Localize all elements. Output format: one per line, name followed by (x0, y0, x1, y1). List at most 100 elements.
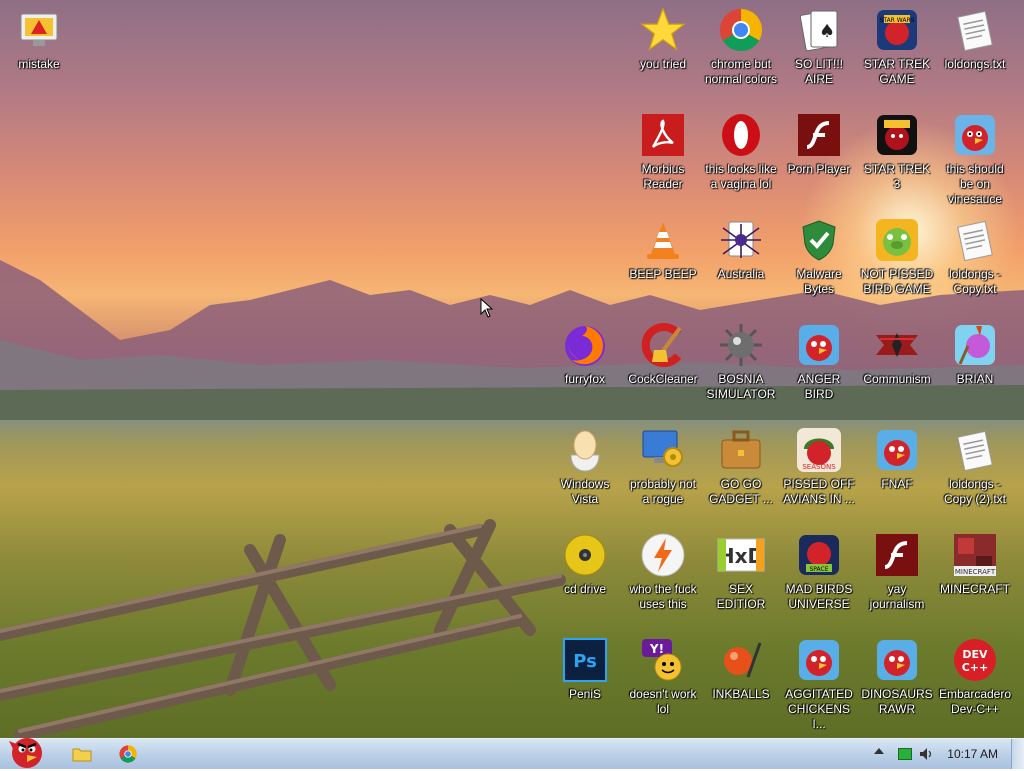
desktop-icon-loldongs[interactable]: loldongs.txt (936, 0, 1014, 72)
desktop-icon-aggitated-chickens[interactable]: AGGITATED CHICKENS I... (780, 630, 858, 732)
icon-label: probably not a rogue (629, 477, 697, 506)
desktop-icon-beep-beep[interactable]: BEEP BEEP (624, 210, 702, 282)
desktop-icon-not-pissed-bird-game[interactable]: NOT PISSED BIRD GAME (858, 210, 936, 297)
desktop-icon-windows-vista[interactable]: Windows Vista (546, 420, 624, 507)
battery-icon[interactable] (898, 748, 912, 760)
desktop-icon-star-trek-game[interactable]: STAR WARS STAR TREK GAME (858, 0, 936, 87)
desktop-icon-doesnt-work[interactable]: Y! doesn't work lol (624, 630, 702, 717)
icon-label: SEX EDITIOR (716, 582, 766, 611)
desktop-icon-cd-drive[interactable]: cd drive (546, 525, 624, 597)
desktop-icon-furryfox[interactable]: furryfox (546, 315, 624, 387)
desktop-icon-australia[interactable]: Australia (702, 210, 780, 282)
icon-label: loldongs.txt (944, 57, 1006, 71)
icon-label: MAD BIRDS UNIVERSE (785, 582, 853, 611)
cd-drive-icon (561, 531, 609, 579)
mouse-cursor-icon (480, 298, 494, 318)
taskbar-clock[interactable]: 10:17 AM (947, 747, 998, 761)
desktop-icon-sex-editior[interactable]: HxD SEX EDITIOR (702, 525, 780, 612)
desktop-icon-star-trek-3[interactable]: STAR TREK 3 (858, 105, 936, 192)
desktop-icon-penis[interactable]: Ps PeniS (546, 630, 624, 702)
angry-birds-rio-icon (951, 321, 999, 369)
desktop-icon-bosnia-simulator[interactable]: BOSNIA SIMULATOR (702, 315, 780, 402)
speaker-icon[interactable] (918, 746, 934, 762)
desktop-icon-fnaf[interactable]: FNAF (858, 420, 936, 492)
icon-label: Morbius Reader (641, 162, 685, 191)
icon-label: INKBALLS (712, 687, 770, 701)
flash-player-icon (795, 111, 843, 159)
egg-icon (561, 426, 609, 474)
icon-label: doesn't work lol (629, 687, 697, 716)
icon-label: PeniS (568, 687, 602, 701)
desktop-icon-dev-cpp[interactable]: DEV C++ Embarcadero Dev-C++ (936, 630, 1014, 717)
angry-birds-star-wars-icon: STAR WARS (873, 6, 921, 54)
desktop-icon-communism[interactable]: Communism (858, 315, 936, 387)
icon-label: Porn Player (787, 162, 851, 176)
icon-label: yay journalism (869, 582, 925, 611)
flash-player-icon (873, 531, 921, 579)
icon-label: furryfox (564, 372, 605, 386)
icon-label: Australia (717, 267, 765, 281)
spider-solitaire-icon (717, 216, 765, 264)
icon-label: FNAF (881, 477, 913, 491)
icon-label: CockCleaner (628, 372, 698, 386)
solitaire-cards-icon: ♠ (795, 6, 843, 54)
angry-birds-seasons-icon: SEASONS (795, 426, 843, 474)
hxd-editor-icon: HxD (717, 531, 765, 579)
desktop-icon-malware-bytes[interactable]: Malware Bytes (780, 210, 858, 297)
desktop-icon-anger-bird[interactable]: ANGER BIRD (780, 315, 858, 402)
angry-birds-space-icon: SPACE (795, 531, 843, 579)
monitor-warning-icon (15, 6, 63, 54)
angry-bird-icon (873, 636, 921, 684)
desktop-icon-mistake[interactable]: mistake (0, 0, 78, 72)
desktop-icon-yay-journalism[interactable]: yay journalism (858, 525, 936, 612)
desktop-icon-opera[interactable]: this looks like a vagina lol (702, 105, 780, 192)
taskbar-explorer-button[interactable] (70, 743, 94, 765)
show-desktop-button[interactable] (1011, 739, 1024, 769)
desktop[interactable]: mistake you tried chrome but normal colo… (0, 0, 1024, 738)
svg-text:C++: C++ (962, 661, 989, 674)
icon-label: you tried (639, 57, 687, 71)
shield-check-icon (795, 216, 843, 264)
desktop-icon-minecraft[interactable]: MINECRAFT MINECRAFT (936, 525, 1014, 597)
icon-label: loldongs - Copy (2).txt (943, 477, 1006, 506)
svg-text:SPACE: SPACE (809, 566, 828, 573)
angry-bird-icon (795, 321, 843, 369)
winamp-bolt-icon (639, 531, 687, 579)
angry-bird-icon (951, 111, 999, 159)
icon-label: Windows Vista (560, 477, 610, 506)
desktop-icon-you-tried[interactable]: you tried (624, 0, 702, 72)
taskbar: 10:17 AM (0, 738, 1024, 769)
desktop-icon-morbius-reader[interactable]: Morbius Reader (624, 105, 702, 192)
communism-emblem-icon (873, 321, 921, 369)
icon-label: BOSNIA SIMULATOR (706, 372, 776, 401)
desktop-icon-mad-birds-universe[interactable]: SPACE MAD BIRDS UNIVERSE (780, 525, 858, 612)
icon-label: DINOSAURS RAWR (861, 687, 933, 716)
desktop-icon-who-uses-this[interactable]: who the fuck uses this (624, 525, 702, 612)
desktop-icon-cockcleaner[interactable]: CockCleaner (624, 315, 702, 387)
star-icon (639, 6, 687, 54)
opera-icon (717, 111, 765, 159)
desktop-icon-go-go-gadget[interactable]: GO GO GADGET ... (702, 420, 780, 507)
desktop-icon-loldongs-copy-2[interactable]: loldongs - Copy (2).txt (936, 420, 1014, 507)
desktop-icon-porn-player[interactable]: Porn Player (780, 105, 858, 177)
text-file-icon (951, 426, 999, 474)
icon-label: mistake (18, 57, 60, 71)
desktop-icon-dinosaurs-rawr[interactable]: DINOSAURS RAWR (858, 630, 936, 717)
start-button[interactable] (2, 731, 48, 771)
icon-label: Malware Bytes (796, 267, 842, 296)
desktop-icon-solitaire[interactable]: ♠ SO LIT!!! AIRE (780, 0, 858, 87)
desktop-icon-probably-not-a-rogue[interactable]: probably not a rogue (624, 420, 702, 507)
desktop-icon-inkballs[interactable]: INKBALLS (702, 630, 780, 702)
inkball-icon (717, 636, 765, 684)
svg-text:SEASONS: SEASONS (802, 463, 836, 471)
desktop-icon-brian[interactable]: BRIAN (936, 315, 1014, 387)
tray-expand-icon[interactable] (874, 748, 884, 754)
icon-label: Communism (863, 372, 931, 386)
chrome-icon (119, 745, 137, 763)
taskbar-chrome-button[interactable] (116, 743, 140, 765)
icon-label: NOT PISSED BIRD GAME (860, 267, 934, 296)
desktop-icon-chrome[interactable]: chrome but normal colors (702, 0, 780, 87)
desktop-icon-loldongs-copy[interactable]: loldongs - Copy.txt (936, 210, 1014, 297)
desktop-icon-vinesauce[interactable]: this should be on vinesauce (936, 105, 1014, 207)
desktop-icon-pissed-off-avians[interactable]: SEASONS PISSED OFF AVIANS IN ... (780, 420, 858, 507)
